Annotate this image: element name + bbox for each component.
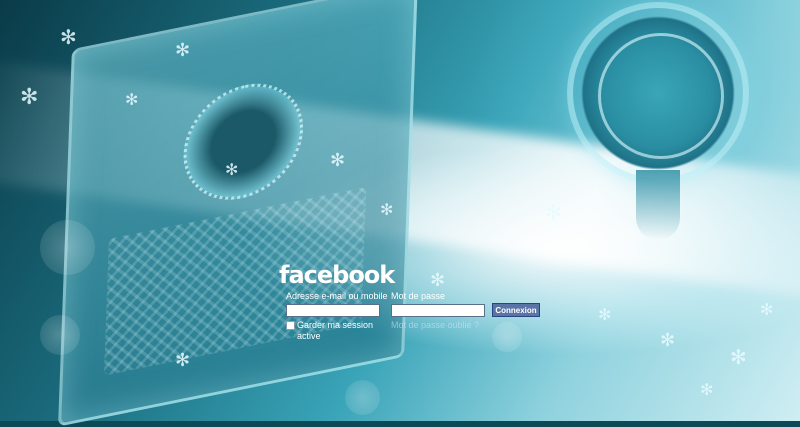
- star-icon: ✻: [225, 160, 239, 179]
- star-icon: ✻: [175, 40, 191, 61]
- star-icon: ✻: [430, 270, 446, 291]
- remember-checkbox[interactable]: [286, 321, 295, 330]
- star-icon: ✻: [175, 350, 191, 371]
- star-icon: ✻: [730, 345, 747, 369]
- book-medallion: [181, 72, 306, 211]
- star-icon: ✻: [330, 150, 346, 171]
- star-icon: ✻: [60, 25, 77, 49]
- star-icon: ✻: [760, 300, 774, 319]
- email-field[interactable]: [286, 304, 380, 317]
- login-button[interactable]: Connexion: [492, 303, 540, 317]
- quran-book-illustration: [58, 0, 418, 427]
- star-icon: ✻: [598, 305, 612, 324]
- remember-label[interactable]: Garder ma session active: [297, 320, 377, 342]
- bokeh-bubble: [345, 380, 380, 415]
- star-icon: ✻: [700, 380, 714, 399]
- star-icon: ✻: [660, 330, 676, 351]
- star-icon: ✻: [380, 200, 394, 219]
- bokeh-bubble: [40, 220, 95, 275]
- medallion-pendant: [636, 170, 680, 240]
- medallion-ring: [598, 33, 724, 159]
- bokeh-bubble: [40, 315, 80, 355]
- facebook-logo[interactable]: facebook: [279, 261, 395, 289]
- calligraphy-medallion: [573, 8, 743, 178]
- star-icon: ✻: [125, 90, 139, 109]
- forgot-password-link[interactable]: Mot de passe oublié ?: [391, 320, 479, 330]
- bokeh-bubble: [492, 322, 522, 352]
- password-label: Mot de passe: [391, 291, 446, 301]
- star-icon: ✻: [545, 200, 562, 224]
- email-label: Adresse e-mail ou mobile: [286, 291, 388, 301]
- password-field[interactable]: [391, 304, 485, 317]
- bokeh-bubble: [615, 225, 635, 245]
- star-icon: ✻: [20, 85, 39, 110]
